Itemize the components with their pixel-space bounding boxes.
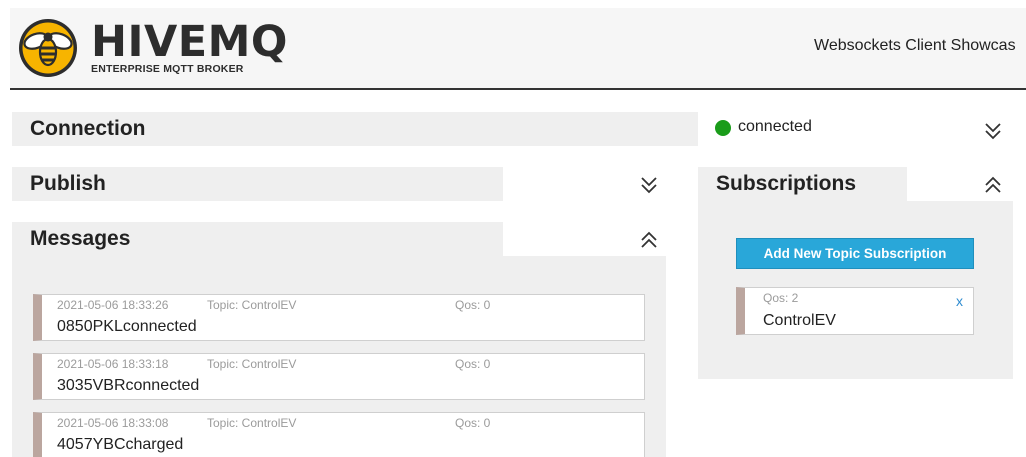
connection-section-header[interactable]: Connection bbox=[12, 112, 698, 146]
messages-section-header[interactable]: Messages bbox=[12, 222, 503, 256]
message-timestamp: 2021-05-06 18:33:18 bbox=[57, 357, 169, 371]
page-title: Websockets Client Showcas bbox=[814, 37, 1016, 54]
message-item[interactable]: 2021-05-06 18:33:26 Topic: ControlEV Qos… bbox=[33, 294, 645, 341]
brand: HIVEMQ ENTERPRISE MQTT BROKER bbox=[91, 17, 288, 76]
message-topic: Topic: ControlEV bbox=[207, 416, 297, 430]
publish-section-header[interactable]: Publish bbox=[12, 167, 503, 201]
connection-status: connected bbox=[738, 118, 812, 135]
message-payload: 3035VBRconnected bbox=[57, 377, 200, 394]
message-qos: Qos: 0 bbox=[455, 357, 491, 371]
publish-title: Publish bbox=[30, 172, 106, 195]
bee-logo-icon bbox=[18, 18, 78, 78]
message-timestamp: 2021-05-06 18:33:26 bbox=[57, 298, 169, 312]
subscriptions-title: Subscriptions bbox=[716, 172, 857, 195]
connection-toggle-icon[interactable] bbox=[983, 121, 1003, 141]
message-topic: Topic: ControlEV bbox=[207, 357, 297, 371]
subscription-item: Qos: 2 ControlEV x bbox=[736, 287, 974, 335]
message-payload: 0850PKLconnected bbox=[57, 318, 197, 335]
messages-title: Messages bbox=[30, 227, 131, 250]
messages-toggle-icon[interactable] bbox=[639, 230, 659, 250]
subscription-qos: Qos: 2 bbox=[763, 291, 799, 305]
message-payload: 4057YBCcharged bbox=[57, 436, 184, 453]
subscription-topic: ControlEV bbox=[763, 312, 836, 329]
connection-title: Connection bbox=[30, 117, 146, 140]
app-header: HIVEMQ ENTERPRISE MQTT BROKER Websockets… bbox=[10, 8, 1026, 90]
message-topic: Topic: ControlEV bbox=[207, 298, 297, 312]
connection-status-dot bbox=[715, 120, 731, 136]
message-qos: Qos: 0 bbox=[455, 298, 491, 312]
add-subscription-button[interactable]: Add New Topic Subscription bbox=[736, 238, 974, 269]
message-item[interactable]: 2021-05-06 18:33:08 Topic: ControlEV Qos… bbox=[33, 412, 645, 457]
message-item[interactable]: 2021-05-06 18:33:18 Topic: ControlEV Qos… bbox=[33, 353, 645, 400]
message-qos: Qos: 0 bbox=[455, 416, 491, 430]
subscriptions-section-header[interactable]: Subscriptions bbox=[698, 167, 907, 201]
remove-subscription-button[interactable]: x bbox=[956, 293, 963, 309]
message-timestamp: 2021-05-06 18:33:08 bbox=[57, 416, 169, 430]
brand-name: HIVEMQ bbox=[91, 17, 288, 67]
subscriptions-toggle-icon[interactable] bbox=[983, 175, 1003, 195]
publish-toggle-icon[interactable] bbox=[639, 175, 659, 195]
